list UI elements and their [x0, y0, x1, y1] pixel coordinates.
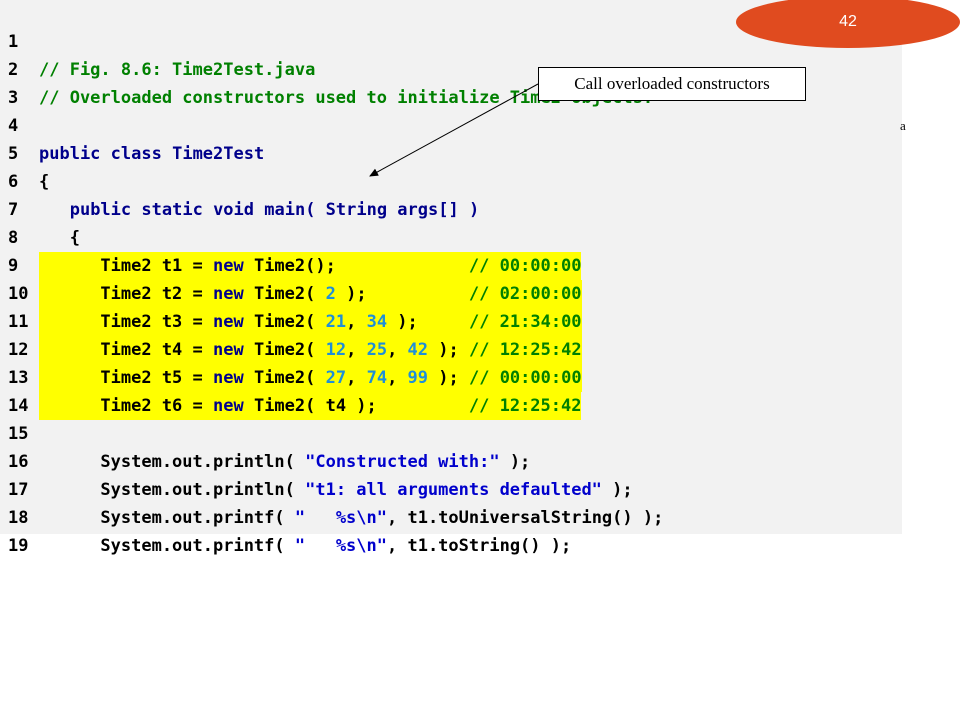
- code-line-highlighted: 8 Time2 t1 = new Time2(); // 00:00:00: [0, 196, 902, 280]
- code-line: 17 System.out.printf( " %s\n", t1.toUniv…: [0, 448, 902, 528]
- code-line-highlighted: 10 Time2 t3 = new Time2( 21, 34 ); // 21…: [0, 252, 902, 336]
- line-number: 19: [8, 536, 29, 556]
- code-line-highlighted: 11 Time2 t4 = new Time2( 12, 25, 42 ); /…: [0, 280, 902, 364]
- code-line: 6 public static void main( String args[]…: [0, 140, 902, 220]
- code-line: 14: [0, 364, 902, 416]
- code-line-highlighted: 13 Time2 t6 = new Time2( t4 ); // 12:25:…: [0, 336, 902, 420]
- code-line: 5 {: [0, 112, 902, 192]
- code-line: 19: [0, 504, 902, 556]
- clipped-text: a: [900, 118, 906, 133]
- code-text: System.out.printf( " %s\n", t1.toString(…: [39, 536, 572, 556]
- code-line: 7 {: [0, 168, 902, 248]
- code-line-highlighted: 9 Time2 t2 = new Time2( 2 ); // 02:00:00: [0, 224, 902, 308]
- code-line: 18 System.out.printf( " %s\n", t1.toStri…: [0, 476, 902, 556]
- code-line: 15 System.out.println( "Constructed with…: [0, 392, 902, 472]
- code-line-highlighted: 12 Time2 t5 = new Time2( 27, 74, 99 ); /…: [0, 308, 902, 392]
- callout-box: Call overloaded constructors: [538, 67, 806, 101]
- code-line: 16 System.out.println( "t1: all argument…: [0, 420, 902, 500]
